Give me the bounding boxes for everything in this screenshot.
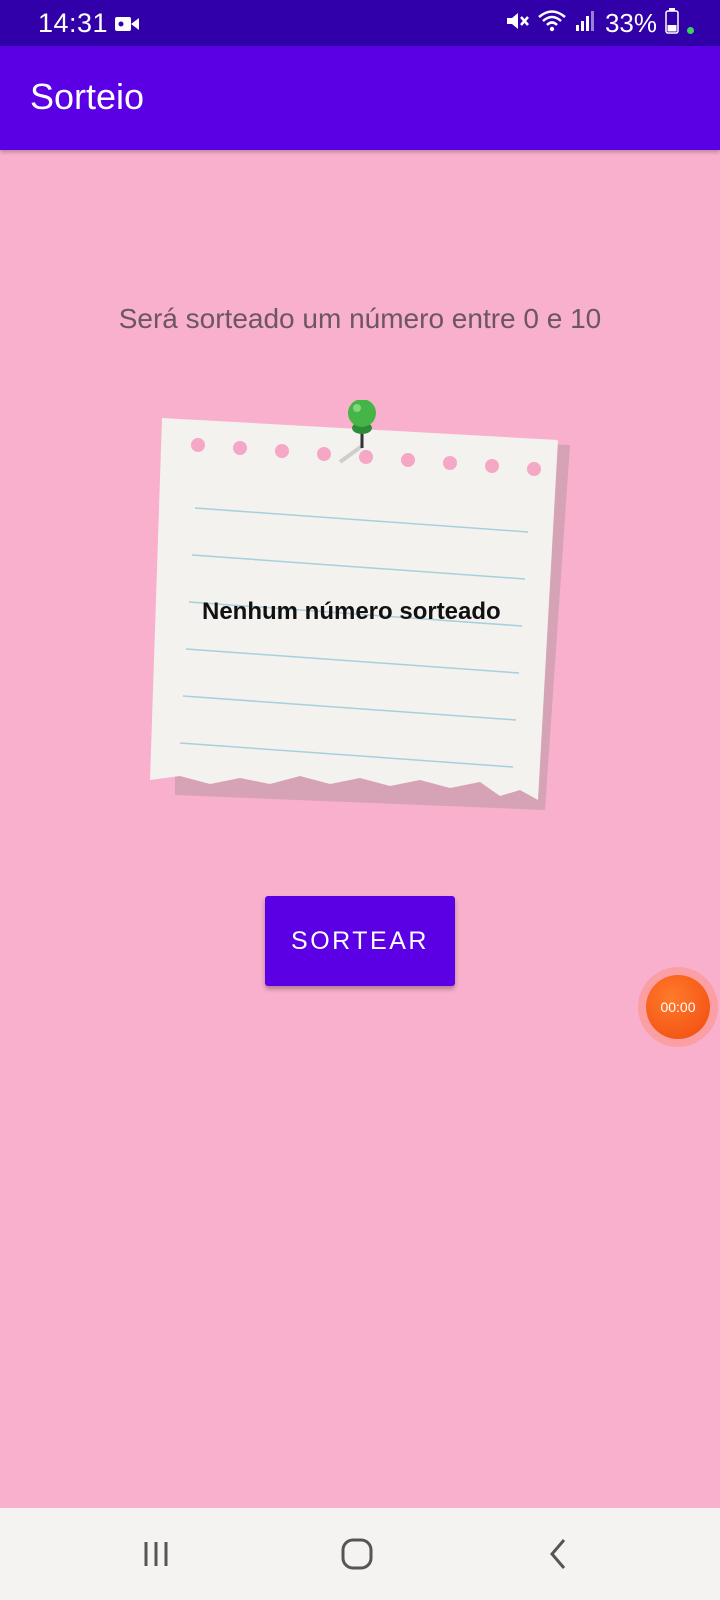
instruction-text: Será sorteado um número entre 0 e 10	[118, 303, 602, 334]
battery-icon	[665, 7, 679, 39]
privacy-indicator-dot	[687, 26, 694, 34]
signal-icon	[575, 9, 597, 38]
back-icon[interactable]	[528, 1532, 588, 1576]
draw-button[interactable]: SORTEAR	[265, 896, 455, 986]
recorder-timer: 00:00	[646, 975, 710, 1039]
navigation-bar	[0, 1508, 720, 1600]
battery-percent: 33%	[604, 7, 657, 38]
result-text: Nenhum número sorteado	[202, 598, 501, 625]
app-bar: Sorteio	[0, 46, 720, 150]
recent-apps-icon[interactable]	[126, 1532, 186, 1576]
status-bar: 14:31 33%	[0, 0, 720, 46]
wifi-icon	[537, 9, 567, 38]
mute-icon	[505, 9, 529, 38]
video-recording-icon	[115, 15, 139, 38]
app-title: Sorteio	[30, 76, 145, 117]
status-time: 14:31	[38, 8, 109, 38]
status-icons: 33%	[505, 7, 694, 39]
home-icon[interactable]	[327, 1532, 387, 1576]
screen-recorder-bubble[interactable]: 00:00	[638, 967, 718, 1047]
